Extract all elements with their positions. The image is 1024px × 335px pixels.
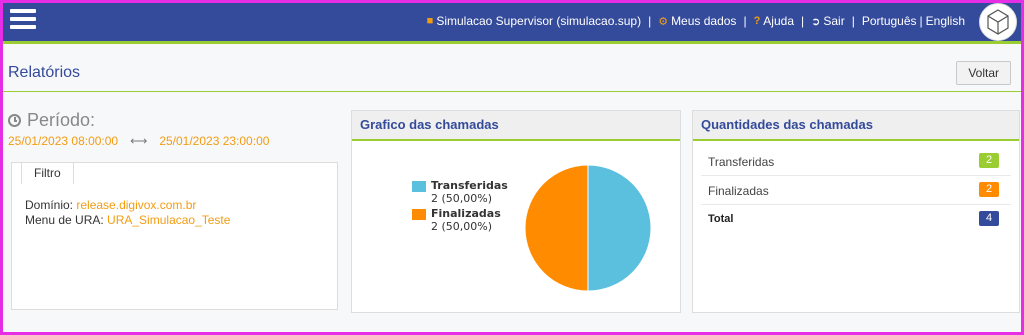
quantity-panel: Quantidades das chamadas Transferidas 2 … [692,110,1020,313]
separator: | [919,14,923,28]
period-range: 25/01/2023 08:00:00 ⟷ 25/01/2023 23:00:0… [8,134,269,148]
my-data-label: Meus dados [671,14,737,28]
filter-menu: Menu de URA: URA_Simulacao_Teste [25,213,230,227]
table-row-total: Total 4 [701,205,1011,233]
logout-link[interactable]: ➲ Sair [811,14,845,28]
separator: | [801,14,805,28]
chart-legend: Transferidas 2 (50,00%) Finalizadas 2 (5… [412,179,508,233]
row-label: Finalizadas [708,184,769,198]
user-label: Simulacao Supervisor (simulacao.sup) [436,14,642,28]
menu-value: URA_Simulacao_Teste [107,213,231,227]
user-icon: ■ [426,15,434,27]
domain-label: Domínio: [25,198,74,212]
domain-value: release.digivox.com.br [76,198,197,212]
arrow-icon: ⟷ [130,134,148,148]
menu-label: Menu de URA: [25,213,104,227]
period-start: 25/01/2023 08:00:00 [8,134,119,148]
table-row: Finalizadas 2 [701,176,1011,205]
quantity-table: Transferidas 2 Finalizadas 2 Total 4 [693,147,1019,233]
pie-slice-finalizadas[interactable] [524,164,589,292]
period-title: Período: [27,110,96,130]
page-header: Relatórios Voltar [3,44,1021,92]
clock-icon [8,114,21,127]
filter-domain: Domínio: release.digivox.com.br [25,198,196,212]
user-menu[interactable]: ■ Simulacao Supervisor (simulacao.sup) [427,14,641,28]
separator: | [743,14,747,28]
lang-en-link[interactable]: English [926,14,965,28]
top-links: ■ Simulacao Supervisor (simulacao.sup) |… [427,14,965,28]
back-button[interactable]: Voltar [956,61,1011,85]
tab-filter[interactable]: Filtro [21,162,74,184]
legend-swatch [412,181,426,192]
question-icon: ? [753,15,761,27]
help-label: Ajuda [763,14,794,28]
row-label: Total [708,213,734,225]
filter-box: Filtro Domínio: release.digivox.com.br M… [11,162,338,310]
top-navbar: ■ Simulacao Supervisor (simulacao.sup) |… [3,3,1021,44]
legend-label: Transferidas [431,179,508,192]
legend-item: Transferidas 2 (50,00%) [412,179,508,205]
count-badge: 2 [979,153,999,168]
help-link[interactable]: ? Ajuda [754,14,794,28]
quantity-panel-title: Quantidades das chamadas [693,111,1019,141]
period-end: 25/01/2023 23:00:00 [159,134,270,148]
legend-value: 2 (50,00%) [431,192,493,205]
legend-value: 2 (50,00%) [431,220,493,233]
app-frame: ■ Simulacao Supervisor (simulacao.sup) |… [0,0,1024,335]
menu-icon[interactable] [10,9,36,31]
page-title: Relatórios [8,64,81,81]
row-label: Transferidas [708,155,775,169]
legend-item: Finalizadas 2 (50,00%) [412,207,508,233]
pie-chart [524,164,652,292]
pie-slice-transferidas[interactable] [587,164,652,292]
legend-swatch [412,209,426,220]
logout-icon: ➲ [811,15,821,28]
table-row: Transferidas 2 [701,147,1011,176]
count-badge: 2 [979,182,999,197]
main-content: Período: 25/01/2023 08:00:00 ⟷ 25/01/202… [3,92,1021,332]
my-data-link[interactable]: ⚙ Meus dados [658,14,736,28]
chart-panel: Grafico das chamadas Transferidas 2 (50,… [351,110,681,313]
period-heading: Período: [8,110,95,131]
separator: | [851,14,855,28]
separator: | [648,14,652,28]
lang-pt-link[interactable]: Português [862,14,917,28]
logout-label: Sair [823,14,845,28]
logo-icon [979,3,1017,41]
gear-icon: ⚙ [658,15,669,28]
chart-panel-title: Grafico das chamadas [352,111,680,141]
legend-label: Finalizadas [431,207,501,220]
count-badge: 4 [979,211,999,226]
